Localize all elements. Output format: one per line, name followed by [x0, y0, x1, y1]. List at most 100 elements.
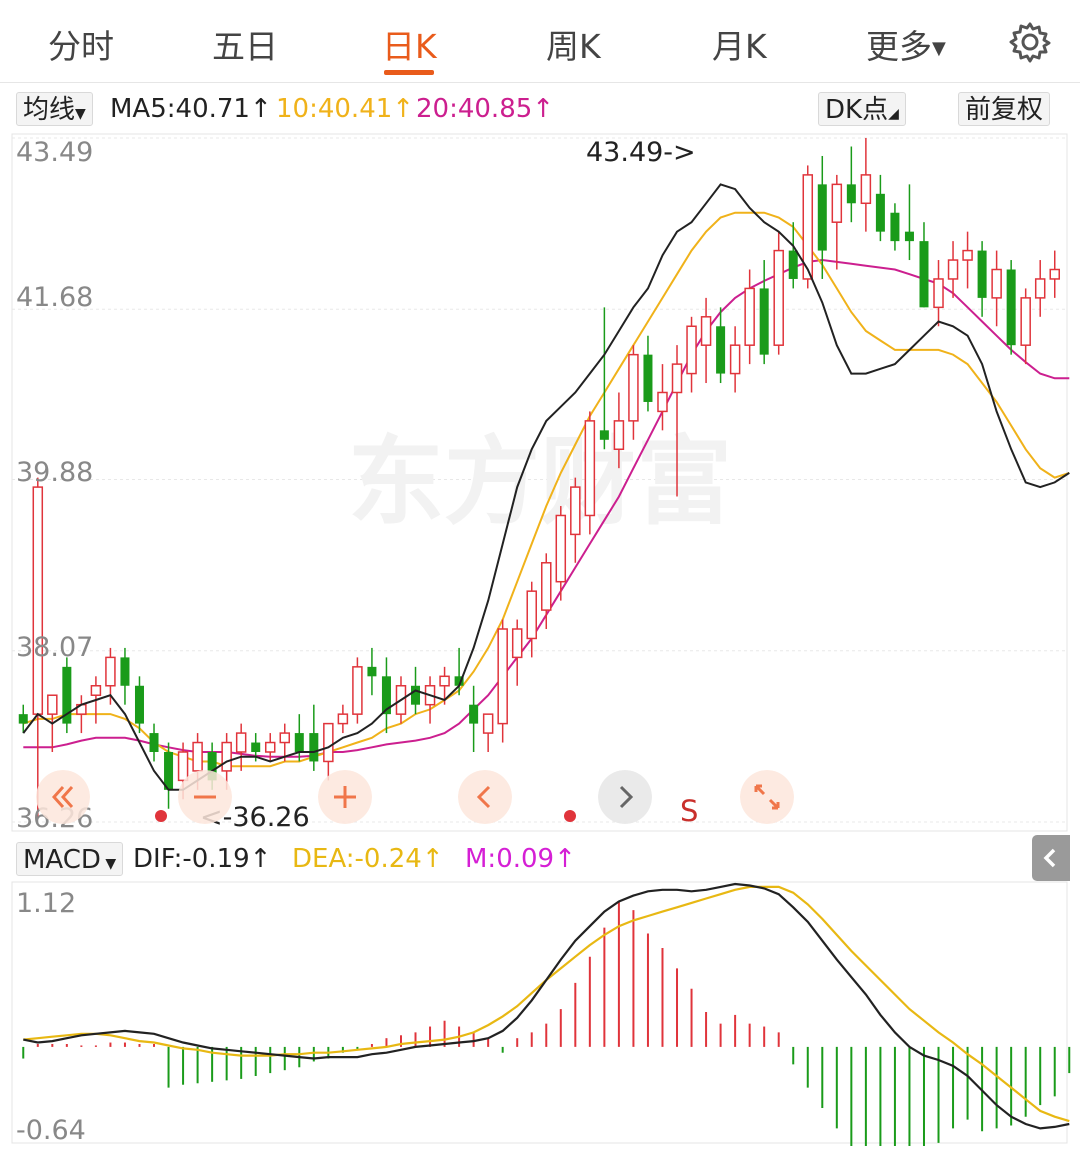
candle-body	[919, 241, 929, 308]
chevron-left-icon[interactable]	[458, 770, 512, 824]
candle-body	[831, 183, 843, 223]
corner-triangle-icon: ◢	[888, 106, 899, 122]
candle-body	[729, 344, 741, 375]
tab-intraday[interactable]: 分时	[48, 20, 114, 68]
signal-dot	[564, 810, 576, 822]
candle-body	[817, 184, 827, 251]
candle-body	[584, 420, 596, 517]
double-left-icon[interactable]	[36, 770, 90, 824]
candle-body	[541, 562, 552, 611]
candle-body	[744, 287, 755, 346]
macd-histogram	[22, 901, 1071, 1146]
candle-body	[134, 685, 144, 724]
tab-five-day[interactable]: 五日	[212, 20, 278, 68]
ma-info-bar: 均线▼ MA5:40.71↑ 10:40.41↑ 20:40.85↑ DK点◢ …	[0, 90, 1080, 130]
candle-body	[411, 685, 421, 705]
period-tab-bar: 分时 五日 日K 周K 月K 更多▼	[0, 0, 1080, 83]
candle-body	[933, 278, 944, 309]
candle-body	[555, 514, 567, 583]
zoom-in-icon[interactable]	[318, 770, 372, 824]
forward-adjust-button[interactable]: 前复权	[958, 92, 1051, 126]
candle-body	[1034, 278, 1046, 299]
m-label: M:0.09	[465, 844, 555, 874]
ma5-value: MA5:40.71↑	[110, 92, 272, 126]
signal-dot	[155, 810, 167, 822]
macd-axis-label: 1.12	[16, 888, 77, 919]
candle-body	[875, 193, 885, 232]
candle-body	[962, 249, 973, 261]
candle-body	[991, 268, 1002, 299]
ma-selector-label: 均线	[23, 95, 76, 125]
indicator-selector[interactable]: MACD ▼	[16, 842, 124, 876]
candle-body	[1006, 269, 1016, 346]
active-tab-indicator	[384, 70, 434, 75]
candle-body	[671, 363, 683, 394]
chevron-right-icon[interactable]	[598, 770, 652, 824]
candle-body	[860, 174, 872, 205]
dif-label: DIF:-0.19	[133, 844, 250, 874]
candle-body	[643, 354, 653, 402]
price-axis-label: 41.68	[16, 282, 94, 313]
collapse-panel-button[interactable]	[1032, 835, 1070, 881]
candle-body	[846, 184, 856, 204]
up-arrow-icon: ↑	[249, 94, 272, 124]
dif-line	[23, 882, 1070, 1130]
macd-info-bar: MACD ▼ DIF:-0.19↑ DEA:-0.24↑ M:0.09↑	[0, 840, 1080, 880]
macd-chart[interactable]	[0, 880, 1080, 1146]
dea-label: DEA:-0.24	[292, 844, 422, 874]
ma-selector[interactable]: 均线▼	[16, 92, 93, 126]
price-axis-label: 43.49	[16, 137, 94, 168]
candle-body	[221, 741, 232, 772]
candle-body	[511, 628, 523, 659]
candle-body	[1049, 268, 1060, 280]
dif-value: DIF:-0.19↑	[133, 842, 271, 876]
candle-body	[628, 353, 639, 422]
candle-body	[700, 316, 712, 346]
candle-body	[90, 685, 102, 696]
candle-body	[773, 249, 784, 346]
dk-point-button[interactable]: DK点◢	[818, 92, 906, 126]
candle-body	[105, 656, 116, 687]
candle-body	[120, 657, 130, 686]
candle-body	[947, 259, 959, 280]
price-axis-label: 38.07	[16, 632, 94, 663]
fullscreen-icon[interactable]	[740, 770, 794, 824]
candle-body	[482, 713, 494, 734]
candle-body	[337, 713, 349, 725]
price-axis-label: 39.88	[16, 457, 94, 488]
dea-series	[23, 885, 1070, 1123]
sell-signal-marker: S	[680, 794, 699, 828]
dea-value: DEA:-0.24↑	[292, 842, 444, 876]
ma10-label: 10:40.41	[276, 94, 393, 124]
up-arrow-icon: ↑	[421, 844, 444, 874]
candle-body	[32, 486, 44, 715]
candle-body	[323, 722, 334, 763]
caret-down-icon: ▼	[100, 856, 117, 872]
m-value: M:0.09↑	[465, 842, 576, 876]
tab-daily-k[interactable]: 日K	[382, 20, 437, 68]
candle-body	[149, 733, 159, 752]
candle-body	[1020, 297, 1031, 346]
ma20-value: 20:40.85↑	[416, 92, 554, 126]
candle-body	[352, 666, 363, 715]
candle-body	[977, 250, 987, 298]
ma10-value: 10:40.41↑	[276, 92, 414, 126]
candle-body	[497, 628, 508, 725]
candle-body	[294, 733, 304, 752]
candle-body	[47, 694, 58, 715]
caret-down-icon: ▼	[75, 106, 86, 122]
candlestick-chart[interactable]: 东方财富 43.49-> <-36.26	[0, 132, 1080, 832]
candle-body	[235, 732, 247, 753]
tab-more[interactable]: 更多▼	[866, 20, 946, 68]
tab-monthly-k[interactable]: 月K	[712, 20, 767, 68]
caret-down-icon: ▼	[932, 38, 946, 59]
candle-body	[657, 391, 668, 413]
candle-body	[716, 326, 726, 374]
candle-body	[279, 732, 291, 744]
tab-weekly-k[interactable]: 周K	[546, 20, 601, 68]
macd-axis-label: -0.64	[16, 1115, 86, 1146]
gear-icon[interactable]	[1006, 18, 1054, 66]
chevron-left-icon	[1043, 848, 1056, 868]
candle-body	[759, 288, 769, 355]
zoom-out-icon[interactable]	[178, 770, 232, 824]
